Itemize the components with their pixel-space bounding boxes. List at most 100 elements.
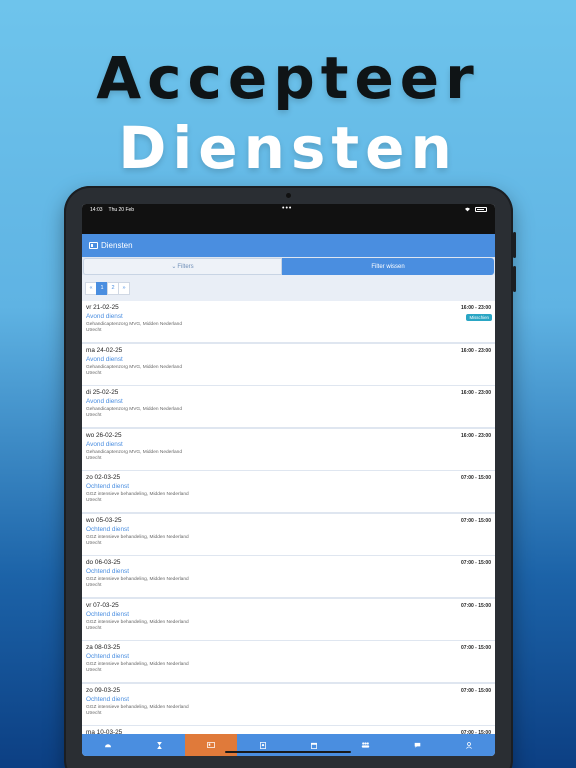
shift-city: Utrecht: [86, 583, 102, 588]
shift-date: zo 02-03-25: [86, 474, 121, 481]
dashboard-icon: [104, 744, 111, 748]
page-title: Diensten: [101, 241, 133, 250]
shift-city: Utrecht: [86, 328, 102, 333]
shift-org: Gehandicaptenzorg MVG, Midden Nederland: [86, 449, 182, 455]
app-screen: 14:03 Thu 20 Feb ••• Diensten ⌄ Filters …: [82, 204, 495, 756]
shift-date: do 06-03-25: [86, 559, 121, 566]
shift-row[interactable]: wo 05-03-25 Ochtend dienst GGZ intensiev…: [82, 513, 495, 555]
clear-filter-button[interactable]: Filter wissen: [282, 258, 494, 275]
shift-org: Gehandicaptenzorg MVG, Midden Nederland: [86, 322, 182, 327]
pagination: « 1 2 »: [85, 281, 130, 295]
shift-row[interactable]: vr 07-03-25 Ochtend dienst GGZ intensiev…: [82, 598, 495, 640]
shift-type: Avond dienst: [86, 440, 123, 448]
shift-time: 07:00 - 15:00: [460, 560, 491, 566]
shift-city: Utrecht: [86, 625, 102, 631]
shift-date: za 08-03-25: [86, 644, 121, 651]
shift-org: GGZ intensieve behandeling, Midden Neder…: [86, 534, 189, 540]
id-card-icon: [89, 242, 98, 249]
shift-city: Utrecht: [86, 370, 102, 376]
shift-city: Utrecht: [86, 668, 102, 673]
tab-hourglass[interactable]: [134, 734, 186, 756]
shift-row[interactable]: do 06-03-25 Ochtend dienst GGZ intensiev…: [82, 556, 495, 597]
status-time: 14:03: [90, 207, 103, 213]
tab-chat[interactable]: [392, 734, 444, 756]
tablet-frame: 14:03 Thu 20 Feb ••• Diensten ⌄ Filters …: [64, 186, 516, 768]
shift-type: Avond dienst: [86, 398, 123, 405]
shift-time: 07:00 - 15:00: [460, 475, 491, 481]
shift-org: GGZ intensieve behandeling, Midden Neder…: [86, 619, 189, 625]
shift-row[interactable]: zo 02-03-25 Ochtend dienst GGZ intensiev…: [82, 471, 495, 512]
shift-city: Utrecht: [86, 455, 102, 461]
shift-city: Utrecht: [86, 413, 102, 418]
tab-profile[interactable]: [443, 734, 495, 756]
tab-dashboard[interactable]: [82, 734, 134, 756]
shift-type: Ochtend dienst: [86, 653, 129, 660]
shift-time: 07:00 - 15:00: [460, 687, 491, 694]
shift-row[interactable]: za 08-03-25 Ochtend dienst GGZ intensiev…: [82, 641, 495, 682]
wifi-icon: [465, 207, 470, 212]
shift-type: Avond dienst: [86, 313, 123, 320]
users-icon: [362, 742, 370, 748]
status-badge: Misschien: [466, 314, 492, 321]
contact-icon: [259, 741, 266, 749]
shift-org: GGZ intensieve behandeling, Midden Neder…: [86, 577, 189, 582]
shift-org: GGZ intensieve behandeling, Midden Neder…: [86, 704, 189, 710]
id-card-icon: [207, 742, 215, 748]
shift-list: vr 21-02-25 Avond dienst Gehandicaptenzo…: [82, 301, 495, 746]
shift-time: 07:00 - 15:00: [460, 602, 491, 609]
multitask-dots[interactable]: •••: [282, 205, 292, 212]
calendar-icon: [311, 742, 318, 749]
filters-button[interactable]: ⌄ Filters: [83, 258, 282, 275]
shift-type: Avond dienst: [86, 355, 123, 363]
pagination-bar: « 1 2 »: [82, 275, 495, 301]
app-header: Diensten: [82, 234, 495, 257]
shift-time: 07:00 - 15:00: [460, 645, 491, 651]
battery-icon: [475, 207, 487, 212]
shift-row[interactable]: wo 26-02-25 Avond dienst Gehandicaptenzo…: [82, 428, 495, 470]
shift-city: Utrecht: [86, 710, 102, 716]
shift-type: Ochtend dienst: [86, 568, 129, 575]
user-icon: [466, 741, 473, 749]
shift-row[interactable]: vr 21-02-25 Avond dienst Gehandicaptenzo…: [82, 301, 495, 342]
shift-row[interactable]: zo 09-03-25 Ochtend dienst GGZ intensiev…: [82, 683, 495, 725]
status-bar: 14:03 Thu 20 Feb •••: [82, 204, 495, 234]
chevron-double-down-icon: ⌄: [171, 264, 177, 270]
home-indicator: [225, 751, 351, 753]
shift-date: vr 07-03-25: [86, 601, 119, 609]
shift-time: 16:00 - 23:00: [460, 432, 491, 439]
shift-time: 16:00 - 23:00: [460, 305, 491, 311]
volume-down-button: [513, 266, 516, 292]
pagination-next[interactable]: »: [118, 281, 130, 295]
shift-row[interactable]: ma 24-02-25 Avond dienst Gehandicaptenzo…: [82, 343, 495, 385]
filters-label: Filters: [177, 263, 194, 270]
shift-city: Utrecht: [86, 498, 102, 503]
filter-bar: ⌄ Filters Filter wissen: [83, 258, 494, 275]
camera: [286, 193, 291, 198]
shift-date: di 25-02-25: [86, 389, 119, 396]
shift-date: zo 09-03-25: [86, 686, 121, 694]
hero-title-line2: Diensten: [118, 114, 458, 182]
shift-org: Gehandicaptenzorg MVG, Midden Nederland: [86, 407, 182, 412]
shift-row[interactable]: di 25-02-25 Avond dienst Gehandicaptenzo…: [82, 386, 495, 427]
volume-up-button: [513, 232, 516, 258]
shift-date: wo 26-02-25: [86, 431, 122, 439]
shift-org: Gehandicaptenzorg MVG, Midden Nederland: [86, 364, 182, 370]
shift-org: GGZ intensieve behandeling, Midden Neder…: [86, 662, 189, 667]
shift-type: Ochtend dienst: [86, 610, 129, 618]
chat-icon: [414, 742, 421, 748]
shift-org: GGZ intensieve behandeling, Midden Neder…: [86, 492, 189, 497]
bottom-tab-bar: [82, 734, 495, 756]
shift-date: wo 05-03-25: [86, 516, 122, 524]
shift-type: Ochtend dienst: [86, 525, 129, 533]
hourglass-icon: [157, 741, 162, 749]
shift-date: ma 24-02-25: [86, 346, 123, 354]
status-date: Thu 20 Feb: [108, 207, 135, 213]
shift-type: Ochtend dienst: [86, 695, 129, 703]
shift-time: 16:00 - 23:00: [460, 347, 491, 354]
shift-type: Ochtend dienst: [86, 483, 129, 490]
shift-time: 07:00 - 15:00: [460, 517, 491, 524]
shift-date: vr 21-02-25: [86, 304, 119, 311]
hero-title-line1: Accepteer: [96, 44, 480, 112]
shift-time: 16:00 - 23:00: [460, 390, 491, 396]
shift-city: Utrecht: [86, 540, 102, 546]
